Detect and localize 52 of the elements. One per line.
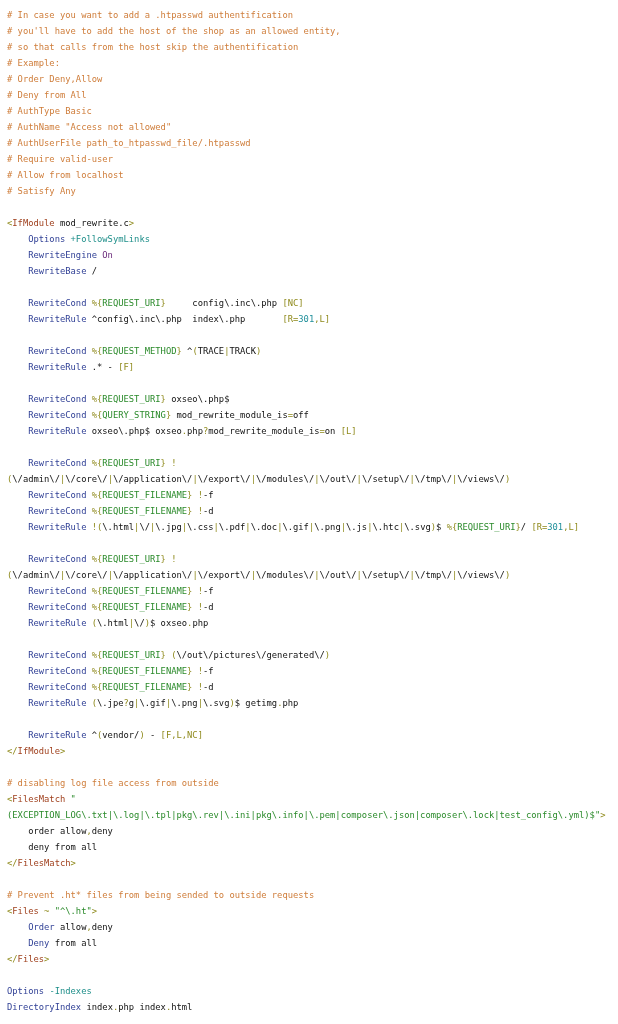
code-line: # so that calls from the host skip the authentification [7, 41, 299, 54]
code-line: Deny from all [28, 937, 98, 950]
code-line: RewriteRule ^(vendor/) - [F,L,NC] [28, 729, 203, 742]
code-line: (\/admin\/|\/core\/|\/application\/|\/export\/|\/modules\/|\/out\/|\/setup\/|\/tmp\/|\/views\/) [7, 569, 511, 582]
code-line: RewriteCond %{REQUEST_URI} ! [28, 553, 177, 566]
code-line: Options -Indexes [7, 985, 92, 998]
code-line: Order allow,deny [28, 921, 113, 934]
code-line: RewriteCond %{REQUEST_FILENAME} !-f [28, 489, 214, 502]
code-line: RewriteCond %{REQUEST_METHOD} ^(TRACE|TRACK) [28, 345, 262, 358]
code-line: # AuthName "Access not allowed" [7, 121, 172, 134]
code-line: order allow,deny [28, 825, 113, 838]
code-line: RewriteRule !(\.html|\/|\.jpg|\.css|\.pdf|\.doc|\.gif|\.png|\.js|\.htc|\.svg)$ %{REQUEST_URI}/ [R=301,L] [28, 521, 580, 534]
code-line: <FilesMatch " [7, 793, 76, 806]
code-line: RewriteCond %{REQUEST_URI} config\.inc\.php [NC] [28, 297, 304, 310]
code-line: # AuthUserFile path_to_htpasswd_file/.htpasswd [7, 137, 251, 150]
code-line: DirectoryIndex index.php index.html [7, 1001, 193, 1014]
code-line: # Satisfy Any [7, 185, 76, 198]
code-line: # Allow from localhost [7, 169, 124, 182]
code-line: RewriteRule ^config\.inc\.php index\.php [R=301,L] [28, 313, 331, 326]
code-line: <Files ~ "^\.ht"> [7, 905, 98, 918]
code-line: RewriteCond %{REQUEST_FILENAME} !-f [28, 585, 214, 598]
code-line: # Example: [7, 57, 60, 70]
code-line: RewriteCond %{REQUEST_URI} oxseo\.php$ [28, 393, 230, 406]
code-line: # Deny from All [7, 89, 87, 102]
code-line: # AuthType Basic [7, 105, 92, 118]
code-line: RewriteBase / [28, 265, 98, 278]
code-line: RewriteEngine On [28, 249, 113, 262]
code-line: RewriteCond %{REQUEST_URI} ! [28, 457, 177, 470]
code-line: RewriteCond %{REQUEST_FILENAME} !-d [28, 601, 214, 614]
code-line: RewriteCond %{REQUEST_FILENAME} !-d [28, 505, 214, 518]
code-line: Options +FollowSymLinks [28, 233, 150, 246]
code-line: RewriteRule .* - [F] [28, 361, 135, 374]
code-line: RewriteCond %{REQUEST_FILENAME} !-f [28, 665, 214, 678]
code-line: RewriteCond %{REQUEST_FILENAME} !-d [28, 681, 214, 694]
code-line: (\/admin\/|\/core\/|\/application\/|\/export\/|\/modules\/|\/out\/|\/setup\/|\/tmp\/|\/views\/) [7, 473, 511, 486]
code-line: RewriteCond %{REQUEST_URI} (\/out\/pictures\/generated\/) [28, 649, 331, 662]
code-line: </FilesMatch> [7, 857, 76, 870]
code-line: # Require valid-user [7, 153, 113, 166]
code-line: # you'll have to add the host of the shop as an allowed entity, [7, 25, 341, 38]
code-line: # Prevent .ht* files from being sended to outside requests [7, 889, 315, 902]
code-line: deny from all [28, 841, 98, 854]
code-line: RewriteRule (\.jpe?g|\.gif|\.png|\.svg)$ getimg.php [28, 697, 299, 710]
code-line: # Order Deny,Allow [7, 73, 103, 86]
code-line: <IfModule mod_rewrite.c> [7, 217, 135, 230]
code-line: </Files> [7, 953, 50, 966]
code-line: RewriteCond %{QUERY_STRING} mod_rewrite_module_is=off [28, 409, 309, 422]
code-line: RewriteRule (\.html|\/)$ oxseo.php [28, 617, 209, 630]
code-line: RewriteRule oxseo\.php$ oxseo.php?mod_rewrite_module_is=on [L] [28, 425, 357, 438]
code-line: # disabling log file access from outside [7, 777, 219, 790]
code-line: </IfModule> [7, 745, 66, 758]
code-line: (EXCEPTION_LOG\.txt|\.log|\.tpl|pkg\.rev|\.ini|pkg\.info|\.pem|composer\.json|composer\.lock|test_config\.yml)$"> [7, 809, 606, 822]
code-line: # In case you want to add a .htpasswd authentification [7, 9, 293, 22]
